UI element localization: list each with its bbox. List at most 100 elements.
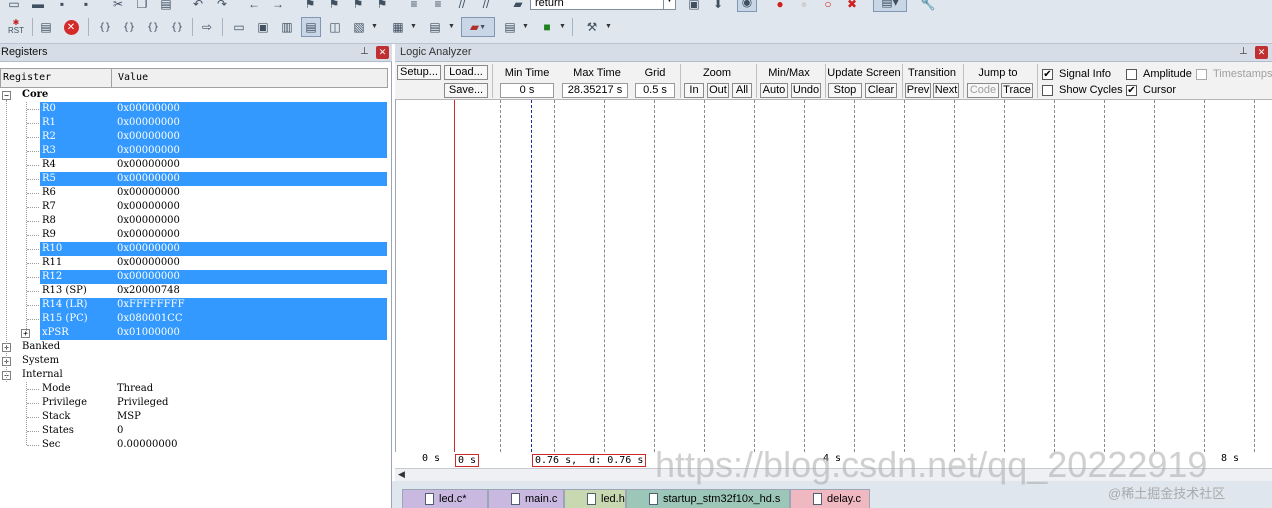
- forward-icon[interactable]: →: [268, 0, 288, 12]
- register-value[interactable]: 0x00000000: [117, 158, 180, 172]
- call-stack-window-icon[interactable]: ◫: [325, 17, 345, 37]
- comment-icon[interactable]: //: [452, 0, 472, 12]
- stop-button[interactable]: ✕: [61, 17, 81, 37]
- scroll-left-icon[interactable]: ◀: [398, 469, 405, 480]
- disable-breakpoint-icon[interactable]: ●: [794, 0, 814, 12]
- toolbox-icon[interactable]: ■: [537, 17, 557, 37]
- close-icon[interactable]: ✕: [1255, 46, 1268, 59]
- find-in-files-icon[interactable]: ▰: [508, 0, 528, 12]
- indent-icon[interactable]: ≡: [404, 0, 424, 12]
- update-stop-button[interactable]: Stop: [828, 83, 862, 98]
- chevron-down-icon[interactable]: ▼: [371, 23, 378, 30]
- find-icon[interactable]: ▣: [684, 0, 704, 12]
- breakpoint-icon[interactable]: ●: [770, 0, 790, 12]
- register-value[interactable]: 0x00000000: [117, 186, 180, 200]
- register-value[interactable]: Privileged: [117, 396, 168, 410]
- jump-trace-button[interactable]: Trace: [1001, 83, 1033, 98]
- zoom-out-button[interactable]: Out: [707, 83, 729, 98]
- editor-tab-led-c-[interactable]: led.c*: [402, 489, 488, 508]
- step-out-icon[interactable]: {}: [143, 17, 163, 37]
- tree-node-internal[interactable]: − Internal: [0, 368, 388, 382]
- reset-button[interactable]: ✱ RST: [4, 17, 28, 37]
- tools-icon[interactable]: ⚒: [582, 17, 602, 37]
- register-value[interactable]: 0x00000000: [117, 270, 180, 284]
- redo-icon[interactable]: ↷: [212, 0, 232, 12]
- update-clear-button[interactable]: Clear: [865, 83, 897, 98]
- register-value[interactable]: Thread: [117, 382, 153, 396]
- find-combo[interactable]: return ▼: [530, 0, 676, 10]
- close-icon[interactable]: ✕: [376, 46, 389, 59]
- register-value[interactable]: 0x00000000: [117, 228, 180, 242]
- tree-node-system[interactable]: + System: [0, 354, 388, 368]
- internal-row-stack[interactable]: Stack MSP: [0, 410, 388, 424]
- tree-node-core[interactable]: − Core: [0, 88, 388, 102]
- amplitude-checkbox[interactable]: [1126, 69, 1137, 80]
- watch-windows-icon[interactable]: ▧: [349, 17, 369, 37]
- register-row-r3[interactable]: R3 0x00000000: [0, 144, 388, 158]
- register-row-r10[interactable]: R10 0x00000000: [0, 242, 388, 256]
- column-header-register[interactable]: Register: [3, 72, 51, 83]
- register-value[interactable]: 0x00000000: [117, 256, 180, 270]
- show-next-statement-icon[interactable]: ⇨: [197, 17, 217, 37]
- register-row-r14[interactable]: R14 (LR) 0xFFFFFFFF: [0, 298, 388, 312]
- register-value[interactable]: 0x00000000: [117, 144, 180, 158]
- register-value[interactable]: 0x00000000: [117, 172, 180, 186]
- memory-windows-icon[interactable]: ▦: [388, 17, 408, 37]
- collapse-icon[interactable]: −: [2, 91, 11, 100]
- system-viewer-icon[interactable]: ▤: [500, 17, 520, 37]
- signal-info-checkbox[interactable]: ✔: [1042, 69, 1053, 80]
- bookmark-next-icon[interactable]: ⚑: [348, 0, 368, 12]
- bookmark-prev-icon[interactable]: ⚑: [324, 0, 344, 12]
- paste-icon[interactable]: ▤: [156, 0, 176, 12]
- register-value[interactable]: 0x00000000: [117, 242, 180, 256]
- register-row-r11[interactable]: R11 0x00000000: [0, 256, 388, 270]
- uncomment-icon[interactable]: //: [476, 0, 496, 12]
- editor-tab-main-c[interactable]: main.c: [488, 489, 564, 508]
- disable-all-breakpoints-icon[interactable]: ○: [818, 0, 838, 12]
- register-row-r7[interactable]: R7 0x00000000: [0, 200, 388, 214]
- jump-code-button[interactable]: Code: [967, 83, 999, 98]
- chevron-down-icon[interactable]: ▼: [410, 23, 417, 30]
- register-value[interactable]: 0x01000000: [117, 326, 180, 340]
- analysis-windows-icon[interactable]: ▰ ▼: [461, 17, 495, 37]
- internal-row-mode[interactable]: Mode Thread: [0, 382, 388, 396]
- load-button[interactable]: Load...: [444, 65, 488, 80]
- register-value[interactable]: 0x20000748: [117, 284, 180, 298]
- undo-icon[interactable]: ↶: [188, 0, 208, 12]
- configure-icon[interactable]: 🔧: [918, 0, 938, 12]
- show-cycles-checkbox[interactable]: [1042, 85, 1053, 96]
- register-row-r15[interactable]: R15 (PC) 0x080001CC: [0, 312, 388, 326]
- column-header-value[interactable]: Value: [118, 72, 148, 83]
- register-row-r5[interactable]: R5 0x00000000: [0, 172, 388, 186]
- editor-tab-led-h[interactable]: led.h: [564, 489, 626, 508]
- register-row-r0[interactable]: R0 0x00000000: [0, 102, 388, 116]
- run-to-cursor-icon[interactable]: {}: [167, 17, 187, 37]
- transition-prev-button[interactable]: Prev: [905, 83, 931, 98]
- bookmark-icon[interactable]: ⚑: [300, 0, 320, 12]
- chevron-down-icon[interactable]: ▼: [559, 23, 566, 30]
- editor-tab-startup-stm32f10x-hd-s[interactable]: startup_stm32f10x_hd.s: [626, 489, 790, 508]
- logic-analyzer-plot[interactable]: [395, 100, 1272, 452]
- incremental-find-icon[interactable]: ⬇: [708, 0, 728, 12]
- cursor-checkbox[interactable]: ✔: [1126, 85, 1137, 96]
- minmax-undo-button[interactable]: Undo: [791, 83, 821, 98]
- chevron-down-icon[interactable]: ▼: [605, 23, 612, 30]
- setup-button[interactable]: Setup...: [397, 65, 441, 80]
- chevron-down-icon[interactable]: ▼: [663, 0, 675, 9]
- register-value[interactable]: 0.00000000: [117, 438, 177, 452]
- symbols-window-icon[interactable]: ▥: [277, 17, 297, 37]
- save-icon[interactable]: ▪: [52, 0, 72, 12]
- step-into-icon[interactable]: {}: [95, 17, 115, 37]
- copy-icon[interactable]: ❐: [132, 0, 152, 12]
- run-icon[interactable]: ▤: [36, 17, 56, 37]
- kill-all-breakpoints-icon[interactable]: ✖: [842, 0, 862, 12]
- register-row-r6[interactable]: R6 0x00000000: [0, 186, 388, 200]
- cut-icon[interactable]: ✂: [108, 0, 128, 12]
- register-value[interactable]: 0x00000000: [117, 102, 180, 116]
- register-row-r12[interactable]: R12 0x00000000: [0, 270, 388, 284]
- back-icon[interactable]: ←: [244, 0, 264, 12]
- timestamps-checkbox[interactable]: [1196, 69, 1207, 80]
- zoom-all-button[interactable]: All: [732, 83, 752, 98]
- internal-row-sec[interactable]: Sec 0.00000000: [0, 438, 388, 452]
- internal-row-privilege[interactable]: Privilege Privileged: [0, 396, 388, 410]
